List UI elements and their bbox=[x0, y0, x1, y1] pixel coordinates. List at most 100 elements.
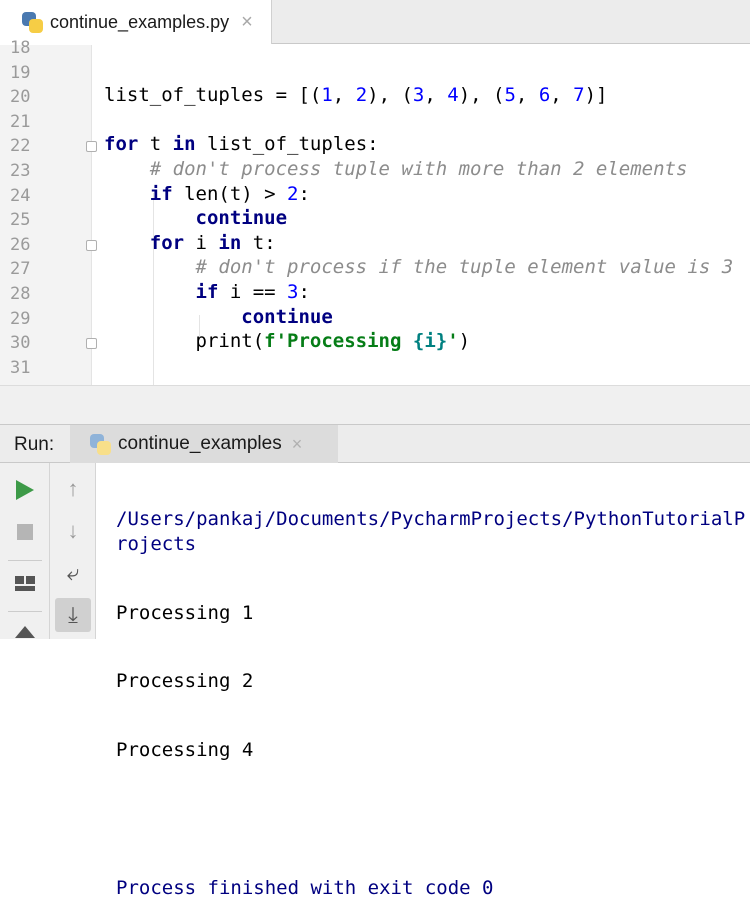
code-token: 6 bbox=[538, 84, 551, 107]
line-number: 31 bbox=[10, 357, 31, 378]
code-token: f'Processing bbox=[264, 330, 413, 353]
scroll-to-end-button[interactable]: ⤓ bbox=[55, 598, 91, 632]
code-token: 2 bbox=[355, 84, 368, 107]
code-token: 7 bbox=[573, 84, 585, 107]
run-tool-window-header: Run: continue_examples × bbox=[0, 425, 750, 463]
line-number: 20 bbox=[10, 87, 31, 108]
code-token: ), ( bbox=[458, 84, 505, 107]
line-number: 18 bbox=[10, 38, 31, 58]
layout-button[interactable] bbox=[12, 571, 38, 597]
code-token: 2 bbox=[287, 182, 299, 205]
console-line: Processing 4 bbox=[116, 739, 254, 762]
line-number-gutter: 18 19 20 21 22 23 24 25 26 27 28 29 30 31 bbox=[0, 38, 92, 385]
scroll-up-button[interactable]: ↑ bbox=[58, 475, 88, 503]
line-number: 26 bbox=[10, 234, 31, 255]
line-number: 30 bbox=[10, 333, 31, 354]
code-line: continue bbox=[104, 306, 333, 328]
code-token: , bbox=[424, 84, 448, 107]
line-number: 23 bbox=[10, 161, 31, 181]
stop-icon bbox=[17, 524, 33, 540]
stop-button[interactable] bbox=[12, 519, 38, 545]
arrow-down-icon: ↓ bbox=[67, 518, 79, 543]
code-token: ) bbox=[458, 330, 471, 353]
code-token: # don't process if the tuple element val… bbox=[195, 256, 734, 279]
line-number: 21 bbox=[10, 111, 31, 132]
code-token: 1 bbox=[321, 84, 333, 107]
code-token: {i} bbox=[412, 330, 448, 353]
editor-status-band bbox=[0, 385, 750, 425]
soft-wrap-icon: ⤶ bbox=[66, 560, 80, 585]
console-output[interactable]: /Users/pankaj/Documents/PycharmProjects/… bbox=[116, 463, 746, 923]
console-toolbar: ↑ ↓ ⤶ ⤓ bbox=[50, 463, 96, 639]
line-number: 25 bbox=[10, 210, 31, 231]
code-token: if bbox=[195, 281, 219, 303]
run-tab[interactable]: continue_examples × bbox=[70, 425, 338, 463]
code-token: , bbox=[332, 84, 356, 107]
code-line: print(f'Processing {i}') bbox=[104, 330, 471, 353]
toolbar-divider bbox=[8, 611, 42, 612]
fold-marker-icon[interactable] bbox=[86, 338, 97, 350]
console-line-exit: Process finished with exit code 0 bbox=[116, 876, 494, 899]
code-line: list_of_tuples = [(1, 2), (3, 4), (5, 6,… bbox=[104, 84, 608, 106]
line-number: 28 bbox=[10, 284, 31, 304]
code-line: if i == 3: bbox=[104, 281, 310, 303]
run-toolbar bbox=[0, 463, 50, 639]
arrow-up-icon: ↑ bbox=[67, 476, 79, 501]
code-token: for bbox=[149, 231, 185, 254]
code-token: list_of_tuples = [( bbox=[104, 84, 322, 107]
code-token: ' bbox=[447, 330, 459, 353]
code-line: continue bbox=[104, 207, 288, 230]
python-icon bbox=[88, 432, 112, 456]
toolbar-divider bbox=[8, 560, 42, 561]
code-line: # don't process tuple with more than 2 e… bbox=[104, 158, 688, 180]
run-tab-label: continue_examples bbox=[118, 433, 282, 454]
code-token: 5 bbox=[504, 84, 516, 107]
close-icon[interactable]: × bbox=[241, 11, 253, 34]
code-token: print( bbox=[104, 330, 265, 353]
line-number: 27 bbox=[10, 259, 31, 280]
code-token: in bbox=[218, 231, 242, 254]
code-token: continue bbox=[195, 207, 288, 230]
play-icon bbox=[16, 480, 34, 500]
fold-marker-icon[interactable] bbox=[86, 141, 97, 153]
code-editor[interactable]: 18 19 20 21 22 23 24 25 26 27 28 29 30 31 list_of_tup… bbox=[0, 38, 750, 385]
code-token: ), ( bbox=[367, 84, 413, 107]
code-token: if bbox=[149, 182, 173, 205]
rerun-button[interactable] bbox=[12, 477, 38, 503]
code-token: , bbox=[515, 84, 539, 107]
code-token: 3 bbox=[412, 84, 425, 107]
code-token: t bbox=[138, 133, 173, 156]
code-line: for i in t: bbox=[104, 232, 276, 254]
code-line: for t in list_of_tuples: bbox=[104, 133, 379, 155]
code-token: in bbox=[172, 133, 196, 156]
code-line: if len(t) > 2: bbox=[104, 183, 310, 205]
code-token: t: bbox=[241, 231, 276, 254]
code-token: # don't process tuple with more than 2 e… bbox=[149, 158, 688, 180]
code-token: len(t) > bbox=[172, 182, 288, 205]
console-line-command: /Users/pankaj/Documents/PycharmProjects/… bbox=[116, 508, 746, 555]
pin-button[interactable] bbox=[14, 623, 36, 639]
soft-wrap-button[interactable]: ⤶ bbox=[58, 559, 88, 587]
close-icon[interactable]: × bbox=[292, 434, 303, 455]
code-token: , bbox=[550, 84, 574, 107]
editor-tab[interactable]: continue_examples.py × bbox=[0, 0, 272, 44]
layout-icon bbox=[15, 576, 35, 591]
editor-tab-label: continue_examples.py bbox=[50, 11, 230, 32]
console-line: Processing 1 bbox=[116, 601, 254, 624]
fold-marker-icon[interactable] bbox=[86, 239, 97, 251]
scroll-down-button[interactable]: ↓ bbox=[58, 517, 88, 545]
code-token: )] bbox=[584, 84, 608, 107]
console-line: Processing 2 bbox=[116, 670, 254, 693]
code-token: : bbox=[298, 281, 310, 303]
code-token: 3 bbox=[287, 281, 299, 303]
editor-tab-bar: continue_examples.py × bbox=[0, 0, 750, 44]
python-file-icon bbox=[20, 10, 44, 34]
pin-icon bbox=[15, 626, 35, 638]
